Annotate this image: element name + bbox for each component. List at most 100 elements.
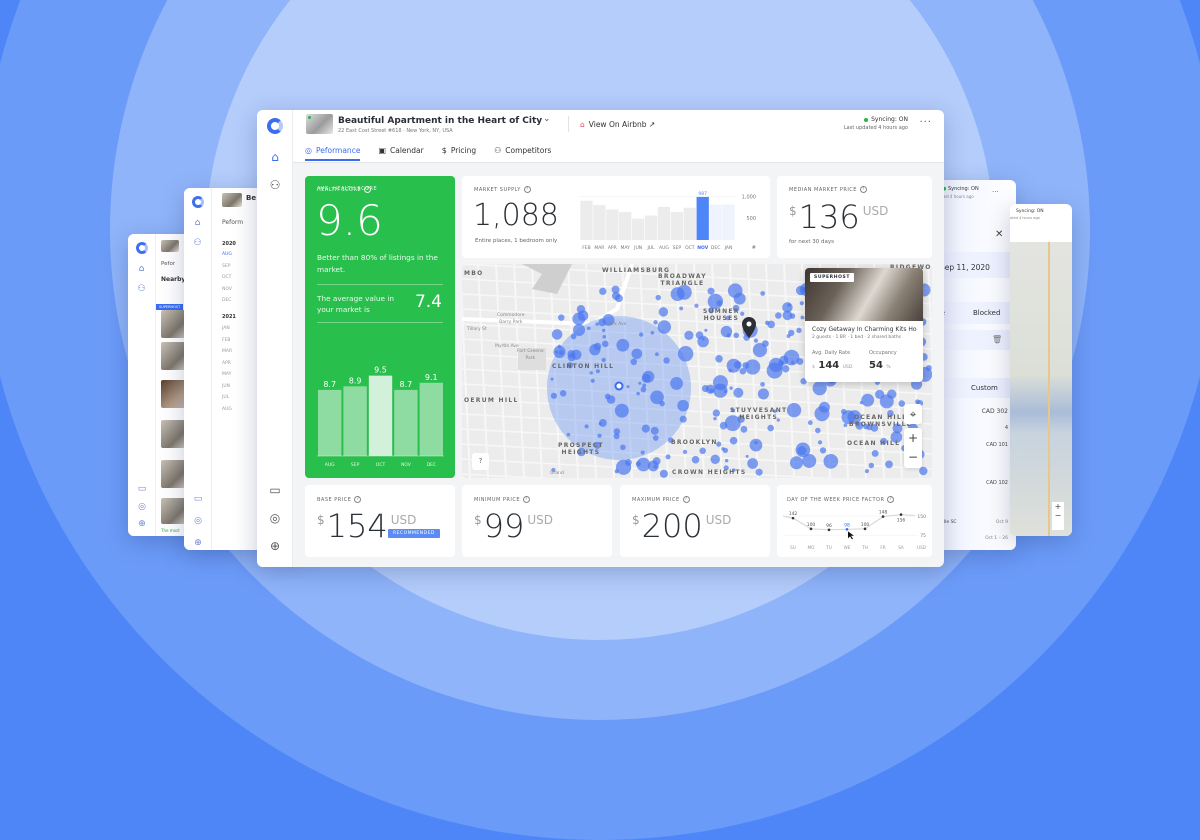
map-help-button[interactable]: ? <box>472 453 489 470</box>
view-on-airbnb-link[interactable]: ⌂ View On Airbnb ↗ <box>580 120 655 129</box>
supply-bar <box>606 209 619 240</box>
zoom-controls[interactable]: + − <box>1052 502 1064 530</box>
listing-dot <box>614 403 629 418</box>
help-icon[interactable]: ? <box>354 496 362 503</box>
popup-title[interactable]: Cozy Getaway In Charming Kits Ho <box>812 326 917 333</box>
tab-performance[interactable]: Peform <box>222 219 243 226</box>
month-item[interactable]: OCT <box>222 275 232 287</box>
listing-dot <box>601 357 606 363</box>
mode-custom[interactable]: Custom <box>971 384 998 392</box>
globe-icon[interactable]: ⊕ <box>184 538 212 548</box>
minimum-price-value[interactable]: 99 <box>484 509 525 543</box>
month-item[interactable]: SEP <box>222 264 232 276</box>
competitors-icon[interactable]: ⚇ <box>184 238 211 248</box>
divider <box>317 284 443 285</box>
help-icon[interactable]: ? <box>887 496 895 503</box>
tab-competitors[interactable]: ⚇ Competitors <box>494 146 551 161</box>
tab-calendar[interactable]: ▣ Calendar <box>378 146 423 161</box>
month-item[interactable]: AUG <box>222 252 232 264</box>
map-neighborhood-label: OCEAN HILL BROWNSVILLE <box>849 414 913 428</box>
home-icon[interactable]: ⌂ <box>257 150 293 164</box>
locate-button[interactable]: ⌖ <box>904 404 922 424</box>
competitors-icon[interactable]: ⚇ <box>128 284 155 294</box>
price-factor-point <box>809 527 813 531</box>
month-item[interactable]: JUL <box>222 395 232 407</box>
maximum-price: $ 200 USD <box>632 509 731 543</box>
map-area[interactable]: + − <box>1010 242 1072 536</box>
occupancy-label: Occupancy <box>869 350 897 356</box>
month-item[interactable]: JUN <box>222 384 232 396</box>
header: Beautiful Apartment in the Heart of City… <box>293 110 944 163</box>
wallet-icon[interactable]: ▭ <box>184 494 212 504</box>
help-icon[interactable]: ? <box>523 186 531 193</box>
supply-tick-label: AUG <box>659 245 669 251</box>
price-factor-point <box>899 513 903 516</box>
globe-icon[interactable]: ⊕ <box>128 519 156 529</box>
app-logo[interactable] <box>266 118 283 134</box>
user-icon[interactable]: ◎ <box>257 511 293 525</box>
map-neighborhood-label: SUMNER HOUSES <box>703 308 740 322</box>
zoom-out-button[interactable]: − <box>904 448 922 468</box>
month-item[interactable]: DEC <box>222 298 232 310</box>
listing-dot <box>721 447 725 451</box>
dow-price-chart[interactable]: 142 SU 100 MO 96 TU 98 WE 100 TH 148 FR 156 SA 150 75 US… <box>783 505 928 553</box>
base-price-value[interactable]: 154 <box>327 509 388 543</box>
competitor-map[interactable]: MBO WILLIAMSBURG BROADWAY TRIANGLE SUMNER HOU… <box>462 264 932 478</box>
help-icon[interactable]: ? <box>523 496 530 503</box>
more-button[interactable]: ··· <box>992 188 999 196</box>
currency-symbol: $ <box>632 513 640 527</box>
chevron-down-icon[interactable]: ⌄ <box>543 114 551 124</box>
home-icon[interactable]: ⌂ <box>184 218 211 228</box>
tab-bar: ◎ Peformance ▣ Calendar $ Pricing ⚇ Competit… <box>305 146 569 161</box>
avg-health-score-label: AVG. HEALTH SCORE <box>317 186 378 192</box>
month-item[interactable]: FEB <box>222 338 232 350</box>
month-item[interactable]: APR <box>222 361 232 373</box>
health-tick-label: NOV <box>401 462 412 468</box>
wallet-icon[interactable]: ▭ <box>128 484 156 494</box>
close-icon[interactable]: ✕ <box>995 229 1003 240</box>
listing-dot <box>640 450 645 455</box>
avg-daily-rate-label: Avg. Daily Rate <box>812 350 851 356</box>
y-tick-label: 500 <box>746 216 756 222</box>
year-label: 2020 <box>222 241 236 247</box>
tab-performance[interactable]: Pefor <box>161 261 175 267</box>
map-neighborhood-label: STUYVESANT HEIGHTS <box>730 407 788 421</box>
month-item[interactable]: AUG <box>222 407 232 419</box>
listing-title[interactable]: Beautiful Apartment in the Heart of City <box>338 116 542 126</box>
tab-label: Pricing <box>450 146 477 155</box>
maximum-price-value[interactable]: 200 <box>642 509 703 543</box>
listing-dot <box>815 427 821 434</box>
supply-bar <box>722 204 735 240</box>
supply-tick-label: MAR <box>594 245 604 251</box>
listing-dot <box>567 350 576 359</box>
listing-dot <box>695 331 704 339</box>
popup-subtitle: 2 guests · 1 BR · 1 bed · 2 shared baths <box>812 335 902 340</box>
zoom-in-button[interactable]: + <box>904 428 922 448</box>
tab-performance[interactable]: ◎ Peformance <box>305 146 361 161</box>
user-icon[interactable]: ◎ <box>184 516 212 526</box>
month-item[interactable]: MAR <box>222 349 232 361</box>
listing-popup[interactable]: SUPERHOST Cozy Getaway In Charming Kits … <box>805 268 923 382</box>
price-factor-value: 156 <box>897 518 906 524</box>
home-icon[interactable]: ⌂ <box>128 264 155 274</box>
wallet-icon[interactable]: ▭ <box>257 483 293 497</box>
user-icon[interactable]: ◎ <box>128 502 156 512</box>
toggle-blocked[interactable]: Blocked <box>973 309 1000 317</box>
competitors-icon[interactable]: ⚇ <box>257 178 293 192</box>
help-icon[interactable]: ? <box>859 186 867 193</box>
trash-icon[interactable]: 🗑 <box>992 335 1002 344</box>
listing-dot <box>871 450 879 457</box>
month-item[interactable]: MAY <box>222 372 232 384</box>
listing-dot <box>601 328 606 333</box>
tab-pricing[interactable]: $ Pricing <box>442 146 476 161</box>
month-item[interactable]: JAN <box>222 326 232 338</box>
median-price: $ 136 USD <box>789 200 888 234</box>
help-icon[interactable]: ? <box>682 496 690 503</box>
logo <box>135 242 148 254</box>
map-street-label: Fort Greene Park <box>517 349 544 361</box>
month-item[interactable]: NOV <box>222 287 232 299</box>
globe-icon[interactable]: ⊕ <box>257 539 293 553</box>
more-button[interactable]: ··· <box>919 117 932 128</box>
airbnb-icon: ⌂ <box>580 120 585 129</box>
map-neighborhood-label: BROOKLYN <box>671 439 718 446</box>
